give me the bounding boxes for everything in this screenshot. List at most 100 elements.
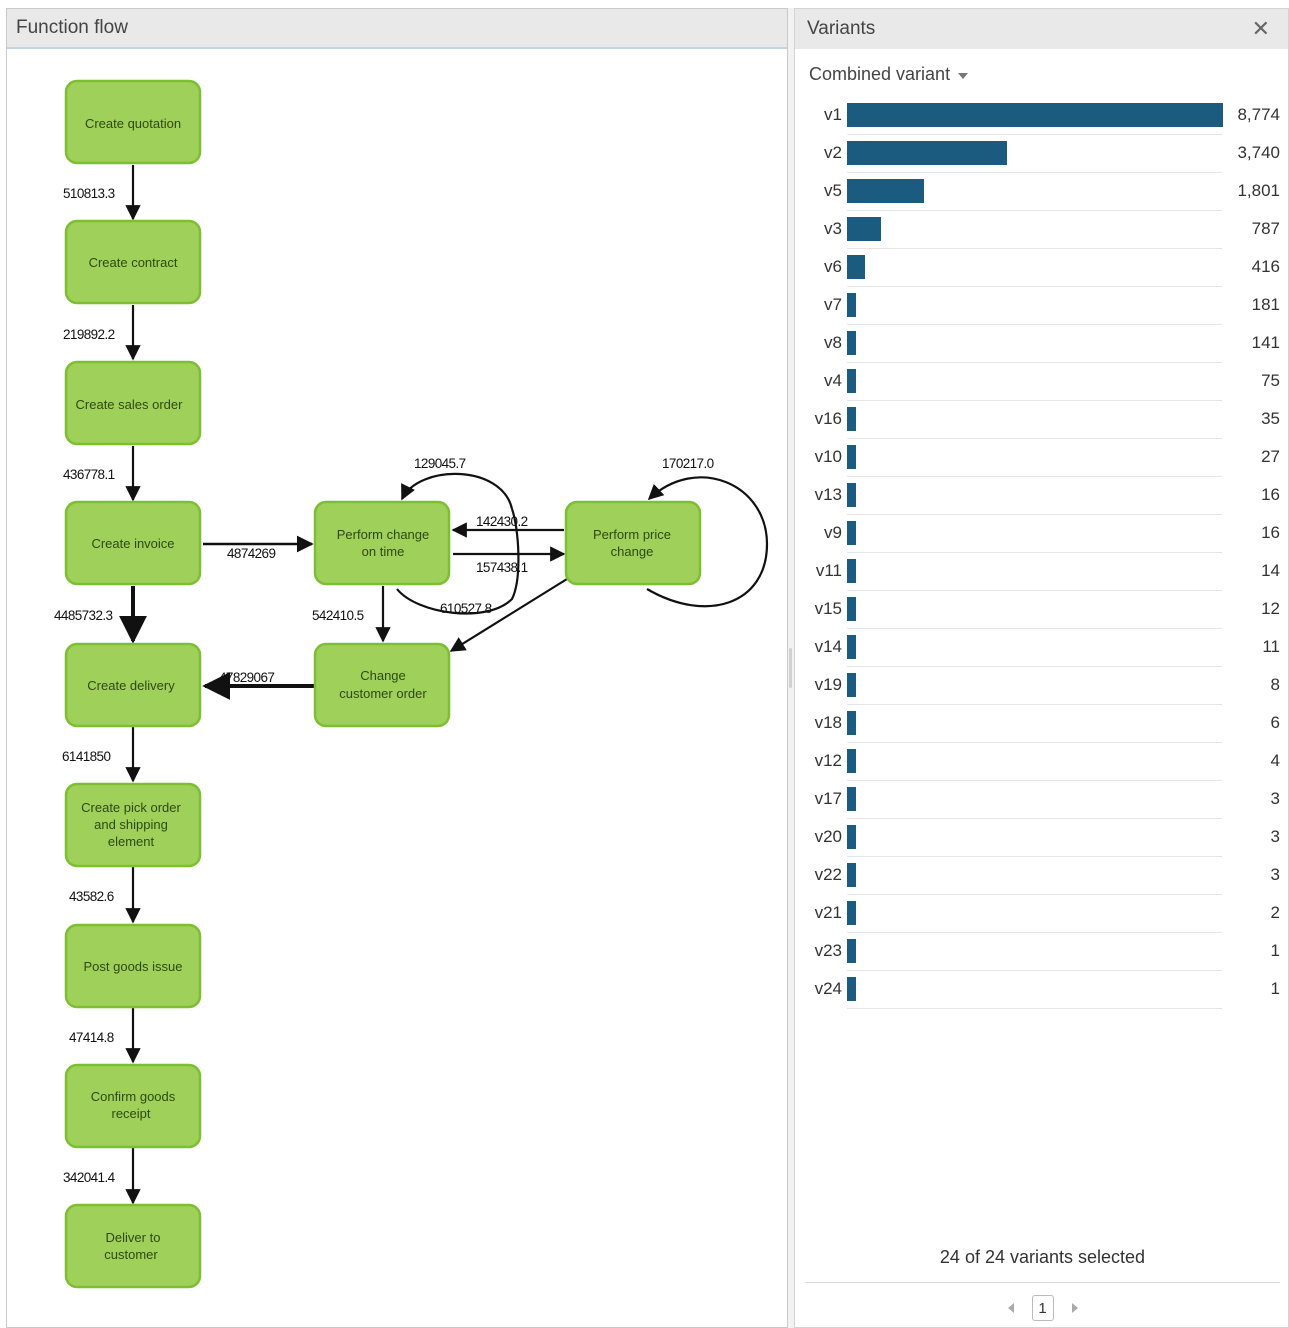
edge-label: 4874269 [227,546,275,561]
variant-bar [847,749,856,773]
variant-row[interactable]: v8 141 [795,325,1289,363]
variant-row[interactable]: v5 1,801 [795,173,1289,211]
variant-row[interactable]: v12 4 [795,743,1289,781]
variant-row[interactable]: v14 11 [795,629,1289,667]
variant-row[interactable]: v10 27 [795,439,1289,477]
variant-bar [847,635,856,659]
variant-row[interactable]: v3 787 [795,211,1289,249]
node-create-quotation[interactable]: Create quotation [64,79,202,165]
variant-label: v6 [824,257,842,276]
variant-bar [847,901,856,925]
variant-row[interactable]: v7 181 [795,287,1289,325]
variant-label: v8 [824,333,842,352]
node-label: Create contract [89,255,178,270]
variant-row[interactable]: v21 2 [795,895,1289,933]
variant-count: 16 [1261,485,1280,504]
variant-bar [847,369,856,393]
variant-row[interactable]: v6 416 [795,249,1289,287]
variant-bar [847,863,856,887]
node-label: Perform price [593,527,671,542]
node-label: Create quotation [85,116,181,131]
variant-label: v10 [814,447,842,466]
variant-row[interactable]: v1 8,774 [795,97,1289,135]
variant-count: 4 [1270,751,1280,770]
variant-bar [847,141,1007,165]
node-deliver-to-customer[interactable]: Deliver to customer [64,1203,202,1289]
variant-row[interactable]: v24 1 [795,971,1289,1009]
node-label: receipt [111,1106,150,1121]
variant-label: v14 [814,637,842,656]
edge-label: 342041.4 [63,1170,116,1185]
edge-label: 47829067 [219,670,274,685]
splitter-grip[interactable] [789,648,792,688]
variant-count: 6 [1270,713,1280,732]
edge-label: 6141850 [62,749,110,764]
variant-row[interactable]: v4 75 [795,363,1289,401]
edge-label: 157438.1 [476,560,528,575]
variant-row[interactable]: v18 6 [795,705,1289,743]
edge-label: 4485732.3 [54,608,113,623]
node-label: Change [360,668,406,683]
chevron-down-icon [958,72,969,79]
variant-bar [847,825,856,849]
node-create-contract[interactable]: Create contract [64,219,202,305]
variant-count: 141 [1251,333,1280,352]
row-divider [847,1008,1222,1009]
variant-count: 8,774 [1237,105,1280,124]
variant-bar [847,483,856,507]
variant-row[interactable]: v11 14 [795,553,1289,591]
edge-label: 43582.6 [69,889,114,904]
variant-row[interactable]: v19 8 [795,667,1289,705]
node-create-invoice[interactable]: Create invoice [64,500,202,586]
function-flow-header: Function flow [7,9,787,49]
variant-type-dropdown[interactable]: Combined variant [809,64,969,85]
variant-bar [847,521,856,545]
variant-count: 3 [1270,789,1280,808]
variant-row[interactable]: v15 12 [795,591,1289,629]
variant-bar [847,787,856,811]
node-change-customer-order[interactable]: Change customer order [313,642,451,728]
node-label: and shipping [94,817,168,832]
variant-bar [847,293,856,317]
variant-label: v1 [824,105,842,124]
variant-count: 35 [1261,409,1280,428]
variant-type-label: Combined variant [809,64,951,84]
node-create-sales-order[interactable]: Create sales order [64,360,202,446]
variant-label: v19 [814,675,842,694]
current-page-button[interactable]: 1 [1031,1295,1054,1321]
variant-row[interactable]: v20 3 [795,819,1289,857]
variant-row[interactable]: v22 3 [795,857,1289,895]
variant-row[interactable]: v17 3 [795,781,1289,819]
edge-label: 170217.0 [662,456,714,471]
node-confirm-goods-receipt[interactable]: Confirm goods receipt [64,1063,202,1149]
node-post-goods-issue[interactable]: Post goods issue [64,923,202,1009]
node-label: Create invoice [91,536,174,551]
variant-row[interactable]: v23 1 [795,933,1289,971]
variant-row[interactable]: v9 16 [795,515,1289,553]
variant-row[interactable]: v16 35 [795,401,1289,439]
variant-row[interactable]: v13 16 [795,477,1289,515]
close-icon[interactable]: ✕ [1252,18,1270,40]
node-perform-price-change[interactable]: Perform price change [564,500,702,586]
function-flow-panel: Function flow 510813.3 219892.2 436778.1… [6,8,788,1328]
function-flow-title: Function flow [16,17,128,38]
variant-bar [847,597,856,621]
edge-label: 129045.7 [414,456,466,471]
variant-count: 3 [1270,827,1280,846]
pager: 1 [795,1295,1289,1321]
node-label: customer [104,1247,158,1262]
flow-nodes: Create quotation Create contract Create … [64,79,702,1289]
selection-summary: 24 of 24 variants selected [939,1247,1146,1267]
variant-bar [847,673,856,697]
node-create-delivery[interactable]: Create delivery [64,642,202,728]
variant-count: 3,740 [1237,143,1280,162]
prev-page-icon[interactable] [1007,1303,1014,1313]
edge-label: 510813.3 [63,186,115,201]
variant-row[interactable]: v2 3,740 [795,135,1289,173]
variant-count: 787 [1251,219,1280,238]
node-perform-change-on-time[interactable]: Perform change on time [313,500,451,586]
variant-label: v21 [814,903,842,922]
variant-label: v11 [815,561,842,580]
node-create-pick-order[interactable]: Create pick order and shipping element [64,782,202,868]
next-page-icon[interactable] [1071,1303,1078,1313]
